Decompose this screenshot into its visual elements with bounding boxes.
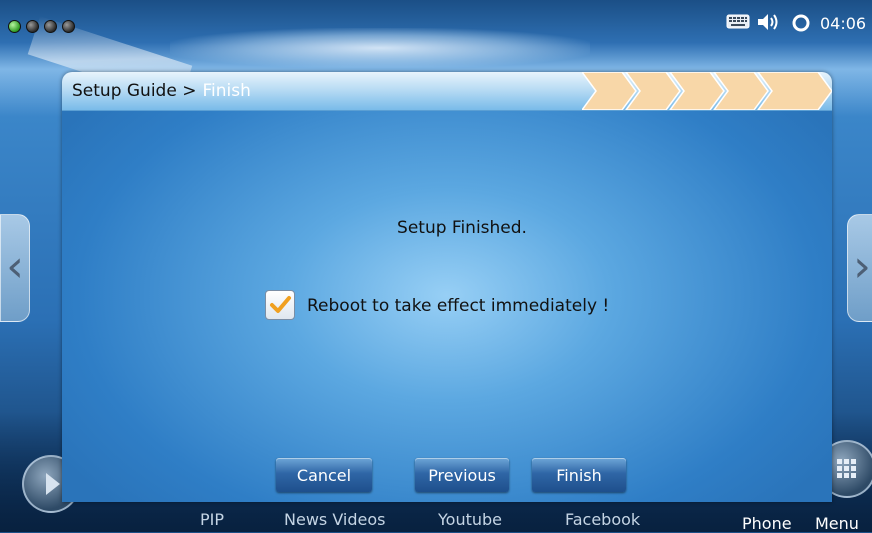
keyboard-icon[interactable] — [726, 12, 750, 35]
setup-guide-dialog: Setup Guide > Finish Setup Finished. Rebo… — [62, 72, 832, 502]
speaker-icon[interactable] — [756, 12, 780, 37]
breadcrumb-root: Setup Guide > — [72, 81, 197, 101]
previous-page-arrow[interactable]: ‹ — [0, 214, 30, 322]
next-page-arrow[interactable]: › — [847, 214, 872, 322]
breadcrumb-current: Finish — [202, 81, 251, 101]
dock-item-phone[interactable]: Phone — [742, 514, 792, 533]
status-bar: 04:06 — [0, 0, 872, 36]
dock-item-youtube[interactable]: Youtube — [438, 510, 502, 529]
breadcrumb: Setup Guide > Finish — [72, 81, 251, 101]
dock-item-facebook[interactable]: Facebook — [565, 510, 640, 529]
reboot-checkbox-label[interactable]: Reboot to take effect immediately ! — [307, 296, 609, 316]
finish-button[interactable]: Finish — [532, 458, 626, 492]
dock-item-news-videos[interactable]: News Videos — [284, 510, 385, 529]
dialog-header: Setup Guide > Finish — [62, 72, 832, 111]
previous-button[interactable]: Previous — [415, 458, 509, 492]
setup-finished-message: Setup Finished. — [397, 218, 527, 238]
status-dot-active — [8, 20, 21, 33]
status-dot — [62, 20, 75, 33]
sync-icon[interactable] — [790, 12, 812, 39]
checkmark-icon — [270, 296, 291, 313]
step-chevron — [582, 72, 637, 110]
status-dot — [26, 20, 39, 33]
step-progress-indicator — [582, 72, 832, 110]
status-dot — [44, 20, 57, 33]
clock: 04:06 — [820, 14, 867, 33]
step-chevron — [757, 72, 832, 110]
cancel-button[interactable]: Cancel — [276, 458, 372, 492]
dock-item-menu[interactable]: Menu — [815, 514, 859, 533]
dock-item-pip[interactable]: PIP — [200, 510, 224, 529]
reboot-checkbox[interactable] — [265, 290, 295, 320]
